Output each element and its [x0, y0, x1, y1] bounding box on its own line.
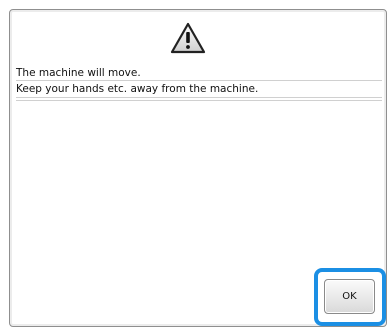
text-separator	[16, 80, 382, 81]
warning-message-line-2: Keep your hands etc. away from the machi…	[16, 83, 259, 95]
ok-button[interactable]: OK	[324, 279, 375, 314]
text-separator	[16, 100, 382, 101]
text-separator	[16, 97, 382, 98]
warning-message-line-1: The machine will move.	[16, 67, 141, 79]
warning-icon	[170, 22, 206, 54]
